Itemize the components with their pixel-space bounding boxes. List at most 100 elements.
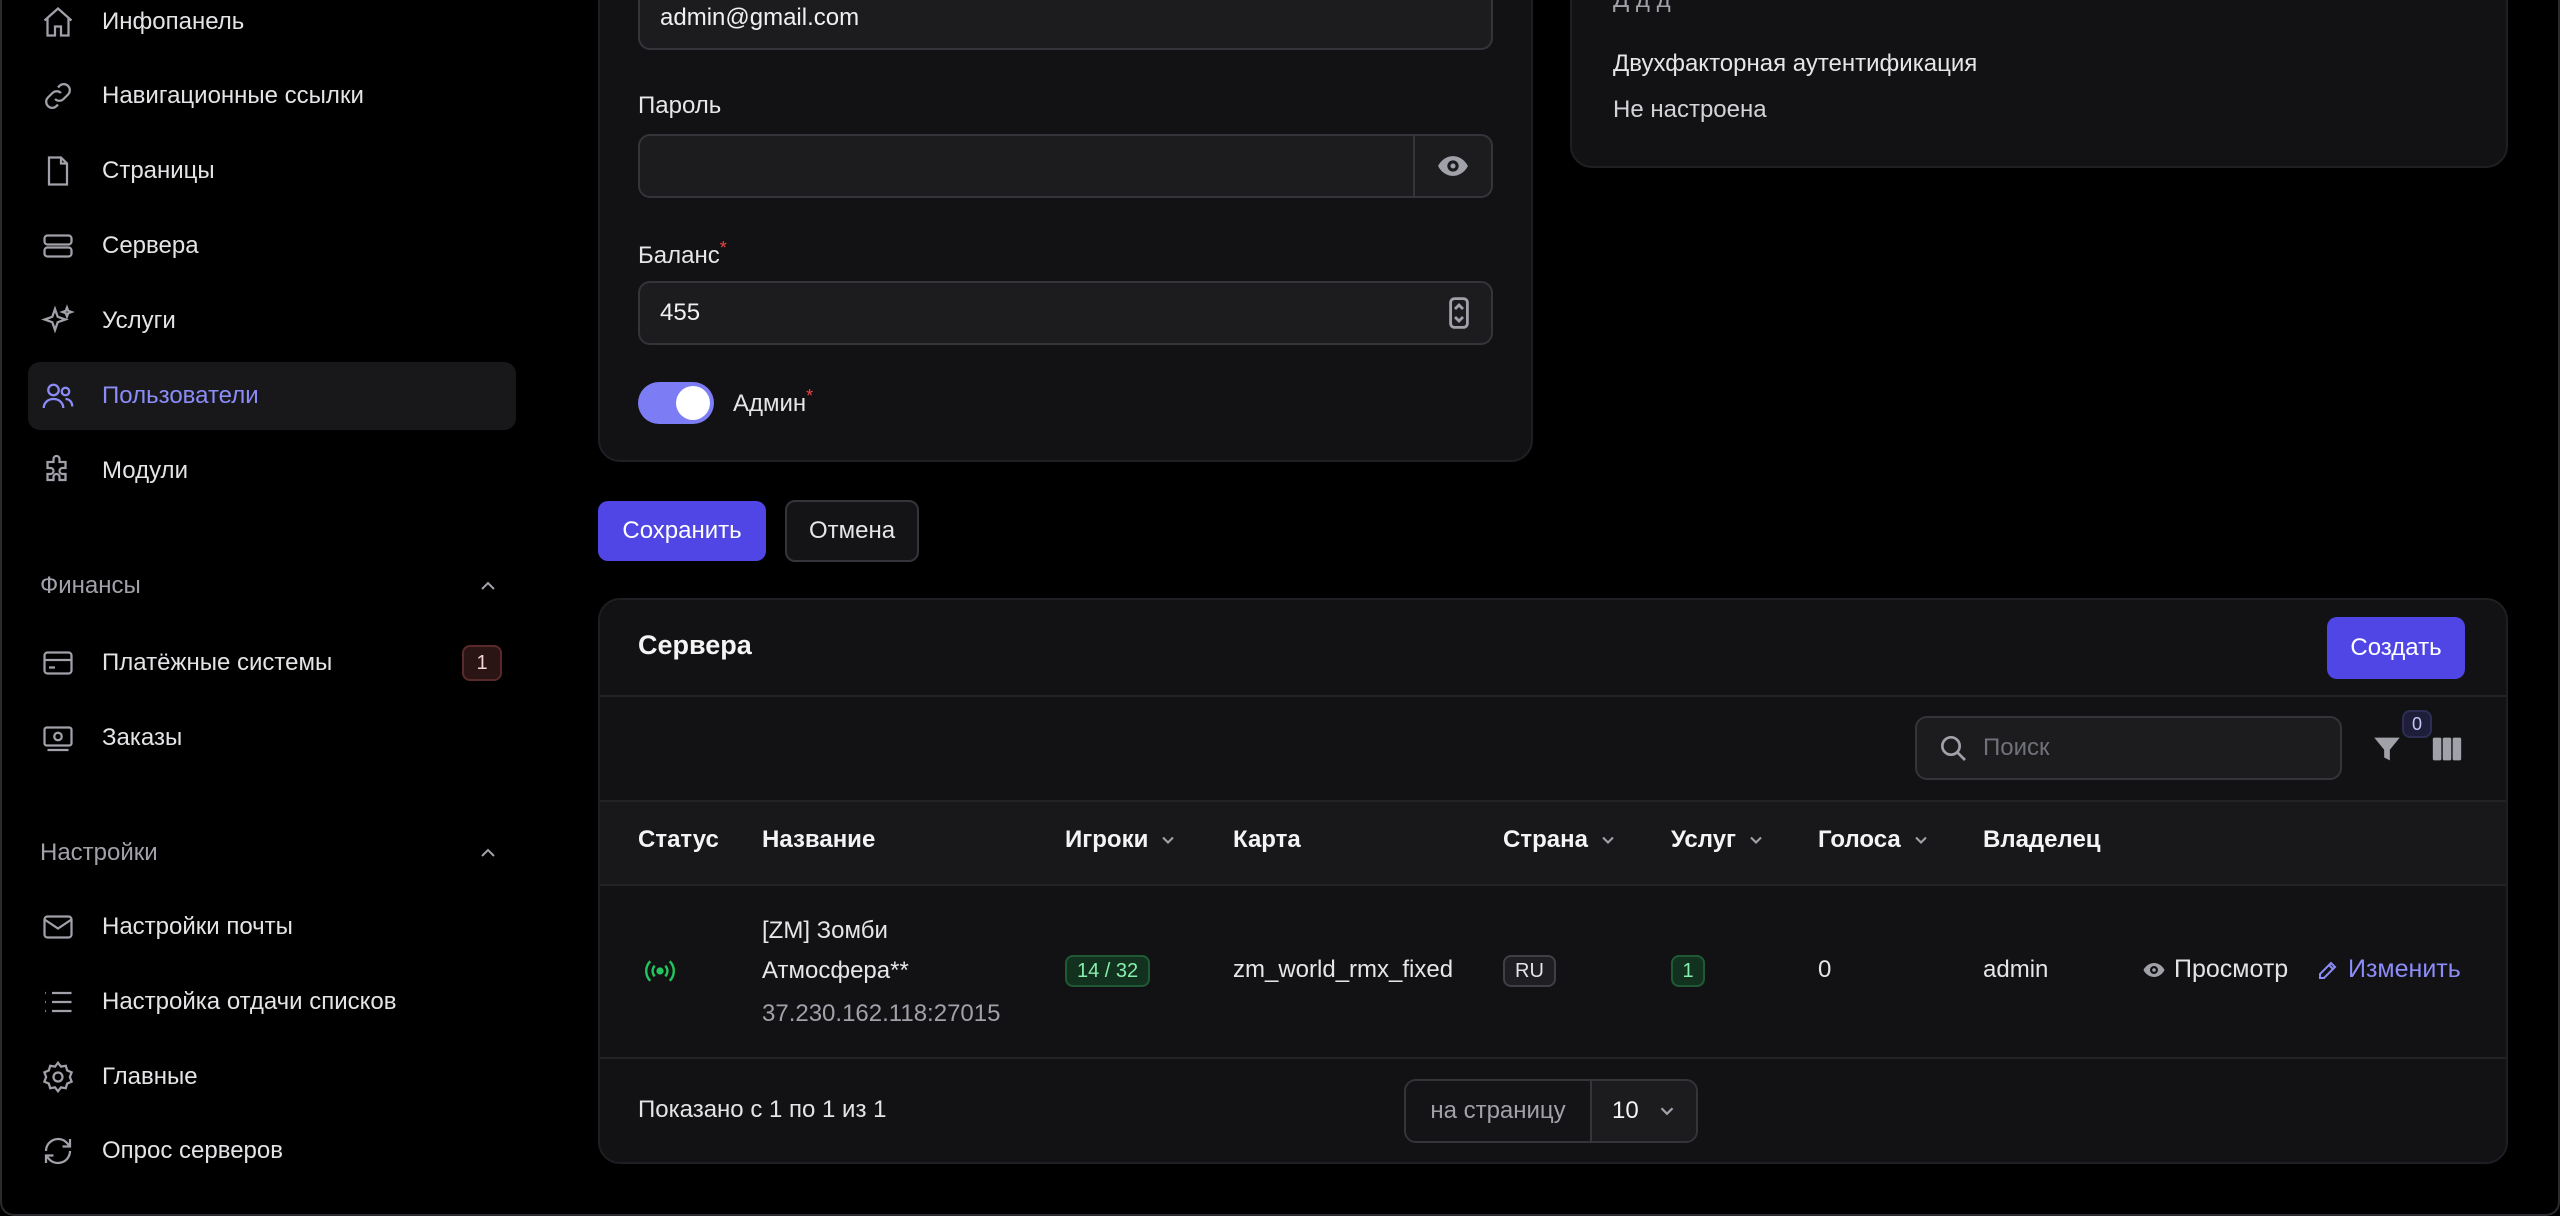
sidebar-item-label: Главные: [102, 1063, 198, 1090]
sidebar-group-settings[interactable]: Настройки: [40, 833, 500, 873]
refresh-icon: [38, 1131, 78, 1171]
players-badge: 14 / 32: [1065, 955, 1151, 987]
country-badge: RU: [1503, 955, 1556, 987]
toggle-knob: [676, 386, 710, 420]
chevron-up-icon: [481, 581, 495, 590]
sidebar-item-orders[interactable]: Заказы: [28, 704, 516, 772]
chevron-down-icon: [1162, 836, 1175, 844]
per-page-label: на страницу: [1406, 1081, 1592, 1141]
save-button[interactable]: Сохранить: [598, 501, 766, 561]
sidebar-item-payment-systems[interactable]: Платёжные системы 1: [28, 629, 516, 697]
sidebar-item-label: Сервера: [102, 232, 199, 259]
puzzle-icon: [38, 451, 78, 491]
sidebar-item-dashboard[interactable]: Инфопанель: [28, 0, 516, 56]
sidebar-item-list-output-settings[interactable]: Настройка отдачи списков: [28, 968, 516, 1036]
sidebar-item-modules[interactable]: Модули: [28, 437, 516, 505]
security-card: [1570, 0, 2508, 168]
services-badge: 1: [1671, 955, 1705, 987]
sidebar-item-server-polling[interactable]: Опрос серверов: [28, 1117, 516, 1185]
sidebar: Инфопанель Навигационные ссылки Страницы…: [0, 0, 530, 1216]
sidebar-item-general[interactable]: Главные: [28, 1043, 516, 1111]
eye-icon: [2143, 962, 2165, 977]
filter-icon[interactable]: [2370, 732, 2404, 766]
sidebar-item-label: Навигационные ссылки: [102, 82, 364, 109]
cash-icon: [38, 718, 78, 758]
online-signal-icon: [645, 960, 675, 982]
sidebar-item-mail-settings[interactable]: Настройки почты: [28, 893, 516, 961]
sidebar-item-label: Страницы: [102, 157, 215, 184]
sidebar-item-servers[interactable]: Сервера: [28, 212, 516, 280]
number-stepper-icon[interactable]: [1449, 297, 1469, 329]
sidebar-group-finance[interactable]: Финансы: [40, 566, 500, 606]
chevron-down-icon: [1660, 1107, 1674, 1116]
column-map: Карта: [1233, 826, 1301, 853]
sparkles-icon: [38, 301, 78, 341]
per-page-selector[interactable]: на страницу 10: [1404, 1079, 1698, 1143]
sidebar-item-label: Услуги: [102, 307, 176, 334]
show-password-button[interactable]: [1413, 136, 1491, 196]
sidebar-item-label: Опрос серверов: [102, 1137, 283, 1164]
divider: [600, 884, 2506, 886]
chevron-down-icon: [1602, 836, 1614, 844]
server-votes: 0: [1818, 956, 1832, 983]
balance-field[interactable]: 455: [638, 281, 1493, 345]
credit-card-icon: [38, 643, 78, 683]
divider: [600, 1057, 2506, 1059]
sidebar-item-services[interactable]: Услуги: [28, 287, 516, 355]
columns-icon[interactable]: [2430, 732, 2464, 766]
sidebar-item-label: Настройки почты: [102, 913, 293, 940]
sidebar-item-label: Платёжные системы: [102, 649, 333, 676]
server-owner: admin: [1983, 956, 2049, 983]
two-factor-status: Не настроена: [1613, 96, 1767, 123]
two-factor-title: Двухфакторная аутентификация: [1613, 50, 1978, 77]
chevron-down-icon: [1750, 836, 1762, 844]
server-map: zm_world_rmx_fixed: [1233, 956, 1454, 983]
cancel-button[interactable]: Отмена: [785, 500, 919, 562]
cog-icon: [38, 1057, 78, 1097]
password-label: Пароль: [638, 92, 722, 119]
link-icon: [38, 76, 78, 116]
sidebar-item-pages[interactable]: Страницы: [28, 137, 516, 205]
sidebar-item-label: Пользователи: [102, 382, 259, 409]
admin-label: Админ*: [733, 386, 814, 417]
search-icon: [1941, 736, 1966, 761]
sidebar-item-navigation-links[interactable]: Навигационные ссылки: [28, 62, 516, 130]
password-field[interactable]: [638, 134, 1493, 198]
sidebar-item-users[interactable]: Пользователи: [28, 362, 516, 430]
sidebar-item-label: Модули: [102, 457, 188, 484]
column-players[interactable]: Игроки: [1065, 826, 1178, 854]
list-icon: [38, 982, 78, 1022]
filter-count-badge: 0: [2402, 710, 2432, 738]
admin-toggle[interactable]: [638, 382, 714, 424]
server-name-line2[interactable]: Атмосфера**: [762, 957, 909, 985]
users-icon: [38, 376, 78, 416]
server-name-line1[interactable]: [ZM] Зомби: [762, 917, 888, 945]
per-page-select[interactable]: 10: [1592, 1081, 1696, 1141]
document-icon: [38, 151, 78, 191]
search-input[interactable]: Поиск: [1915, 716, 2342, 780]
pagination-summary: Показано с 1 по 1 из 1: [638, 1096, 887, 1123]
create-server-button[interactable]: Создать: [2327, 617, 2465, 679]
chevron-up-icon: [481, 848, 495, 857]
column-country[interactable]: Страна: [1503, 826, 1618, 854]
servers-section-title: Сервера: [638, 630, 752, 660]
security-cut-off-text: Д д д: [1613, 0, 1671, 14]
column-votes[interactable]: Голоса: [1818, 826, 1931, 854]
column-services[interactable]: Услуг: [1671, 826, 1766, 854]
chevron-down-icon: [1914, 836, 1927, 844]
balance-label: Баланс*: [638, 238, 727, 269]
server-icon: [38, 226, 78, 266]
email-field[interactable]: admin@gmail.com: [638, 0, 1493, 50]
home-icon: [38, 2, 78, 42]
divider: [600, 800, 2506, 802]
sidebar-item-label: Заказы: [102, 724, 183, 751]
divider: [600, 695, 2506, 697]
column-status: Статус: [638, 826, 719, 853]
edit-server-button[interactable]: Изменить: [2316, 955, 2461, 984]
envelope-icon: [38, 907, 78, 947]
view-server-button[interactable]: Просмотр: [2142, 955, 2288, 984]
sidebar-item-label: Настройка отдачи списков: [102, 988, 397, 1015]
eye-icon: [1438, 156, 1468, 176]
column-owner: Владелец: [1983, 826, 2101, 853]
server-address: 37.230.162.118:27015: [762, 1000, 1001, 1027]
